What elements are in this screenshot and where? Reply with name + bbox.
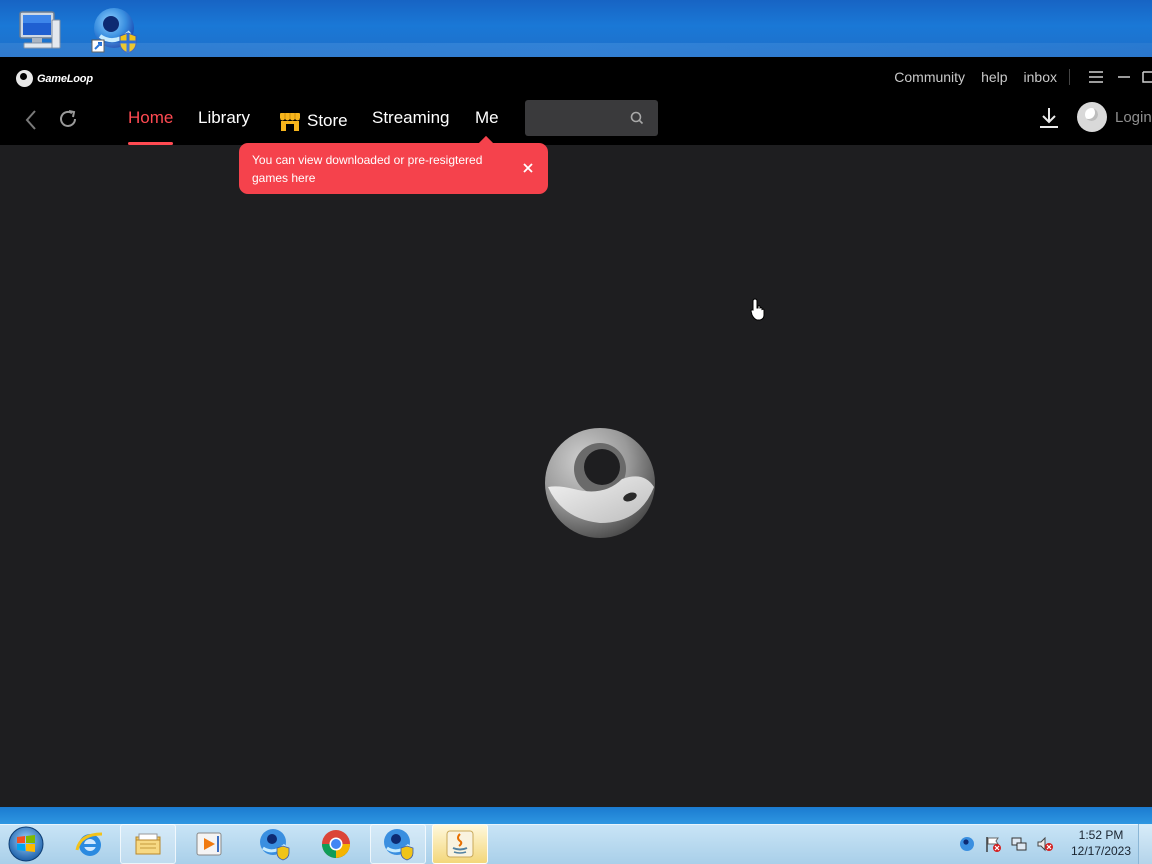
- java-icon: [446, 830, 474, 858]
- taskbar-gameloop[interactable]: [246, 824, 302, 864]
- store-icon: [280, 113, 300, 131]
- gameloop-tray-icon[interactable]: [958, 835, 976, 853]
- navigation-bar: Home Library Store Streaming Me Login: [0, 97, 1152, 145]
- computer-icon[interactable]: [14, 6, 62, 54]
- tab-store[interactable]: Store: [279, 97, 348, 145]
- divider: [1069, 69, 1070, 85]
- system-tray: [958, 824, 1054, 864]
- avatar[interactable]: [1077, 102, 1107, 132]
- tab-store-label: Store: [307, 111, 348, 130]
- taskbar-media-player[interactable]: [181, 824, 237, 864]
- media-player-icon: [196, 832, 222, 856]
- tab-streaming[interactable]: Streaming: [372, 97, 449, 145]
- maximize-icon: [1142, 71, 1152, 83]
- download-icon[interactable]: [1036, 105, 1062, 131]
- taskbar-internet-explorer[interactable]: [62, 824, 118, 864]
- start-button-icon[interactable]: [6, 824, 46, 864]
- tab-library[interactable]: Library: [198, 97, 250, 145]
- refresh-icon[interactable]: [56, 107, 80, 131]
- taskbar-file-explorer[interactable]: [120, 824, 176, 864]
- show-desktop-button[interactable]: [1138, 824, 1152, 864]
- community-link[interactable]: Community: [894, 69, 965, 85]
- chrome-icon: [322, 830, 350, 858]
- title-bar: GameLoop Community help inbox: [0, 57, 1152, 97]
- logo-text: GameLoop: [37, 72, 93, 85]
- hamburger-icon: [1089, 71, 1103, 83]
- taskbar-chrome[interactable]: [308, 824, 364, 864]
- tooltip-text: You can view downloaded or pre-resigtere…: [252, 153, 483, 185]
- loading-logo-icon: [545, 428, 655, 538]
- gameloop-shortcut-icon[interactable]: [90, 6, 138, 54]
- gameloop-window: GameLoop Community help inbox Home Libra…: [0, 57, 1152, 807]
- maximize-button[interactable]: [1138, 57, 1152, 97]
- desktop-background: [0, 0, 1152, 57]
- gameloop-logo: GameLoop: [16, 70, 93, 87]
- taskbar-java[interactable]: [432, 824, 488, 864]
- taskbar: 1:52 PM 12/17/2023: [0, 807, 1152, 864]
- taskbar-clock[interactable]: 1:52 PM 12/17/2023: [1068, 827, 1134, 859]
- volume-muted-icon[interactable]: [1036, 835, 1054, 853]
- clock-time: 1:52 PM: [1078, 828, 1124, 842]
- search-icon[interactable]: [629, 110, 645, 126]
- back-arrow-icon[interactable]: [20, 108, 44, 132]
- minimize-icon: [1118, 76, 1130, 78]
- menu-button[interactable]: [1082, 57, 1110, 97]
- help-link[interactable]: help: [981, 69, 1007, 85]
- folder-icon: [135, 833, 161, 855]
- search-input[interactable]: [525, 100, 625, 136]
- taskbar-gameloop-active[interactable]: [370, 824, 426, 864]
- login-link[interactable]: Login: [1115, 97, 1152, 139]
- internet-explorer-icon: [75, 832, 103, 856]
- close-icon[interactable]: [522, 162, 534, 174]
- network-icon[interactable]: [1010, 835, 1028, 853]
- minimize-button[interactable]: [1110, 57, 1138, 97]
- action-center-flag-icon[interactable]: [984, 835, 1002, 853]
- top-links: Community help inbox: [878, 57, 1152, 97]
- tab-home[interactable]: Home: [128, 97, 174, 145]
- clock-date: 12/17/2023: [1070, 844, 1132, 858]
- hand-cursor-icon: [750, 298, 765, 321]
- library-tooltip: You can view downloaded or pre-resigtere…: [239, 143, 548, 194]
- gameloop-icon: [260, 829, 290, 861]
- inbox-link[interactable]: inbox: [1024, 69, 1057, 85]
- gameloop-icon: [384, 829, 414, 861]
- gameloop-logo-icon: [16, 70, 33, 87]
